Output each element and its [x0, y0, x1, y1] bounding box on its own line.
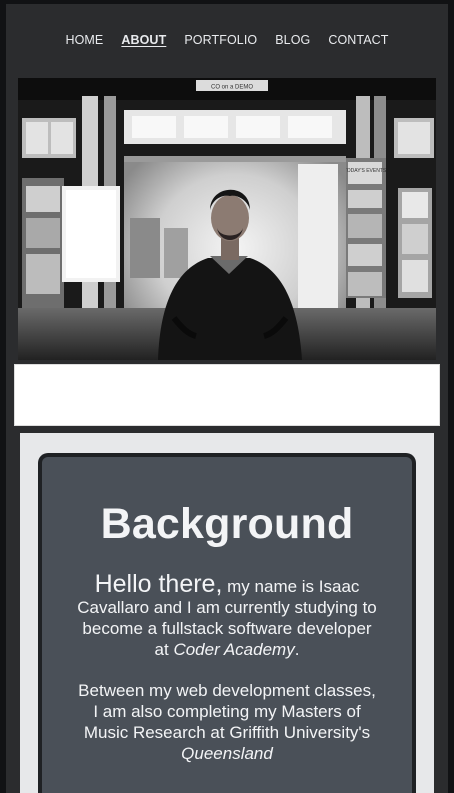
hero-caption-band [14, 364, 440, 426]
nav-portfolio[interactable]: PORTFOLIO [184, 33, 257, 47]
background-card: Background Hello there, my name is Isaac… [38, 453, 416, 793]
nav-about[interactable]: ABOUT [121, 33, 166, 47]
school-name: Coder Academy [173, 640, 295, 660]
hero-photo: CO on a DEMO TODAY'S EVENTS [18, 78, 436, 360]
greeting-text: Hello there, [94, 570, 223, 599]
page-frame: HOME ABOUT PORTFOLIO BLOG CONTACT CO on … [0, 0, 454, 793]
studies-text: Between my web development classes, I am… [78, 681, 376, 743]
main-nav: HOME ABOUT PORTFOLIO BLOG CONTACT [6, 4, 448, 76]
nav-contact[interactable]: CONTACT [328, 33, 388, 47]
hero-photo-illustration: CO on a DEMO TODAY'S EVENTS [18, 78, 436, 360]
background-heading: Background [100, 500, 354, 548]
intro-end: . [294, 640, 300, 660]
hero-right-sign: TODAY'S EVENTS [344, 168, 387, 174]
nav-home[interactable]: HOME [65, 33, 103, 47]
conservatorium-name: Queensland [181, 744, 273, 764]
studies-paragraph: Between my web development classes, I am… [77, 680, 377, 764]
intro-paragraph: Hello there, my name is Isaac Cavallaro … [77, 572, 377, 660]
nav-blog[interactable]: BLOG [275, 33, 310, 47]
hero-top-sign: CO on a DEMO [211, 85, 253, 91]
